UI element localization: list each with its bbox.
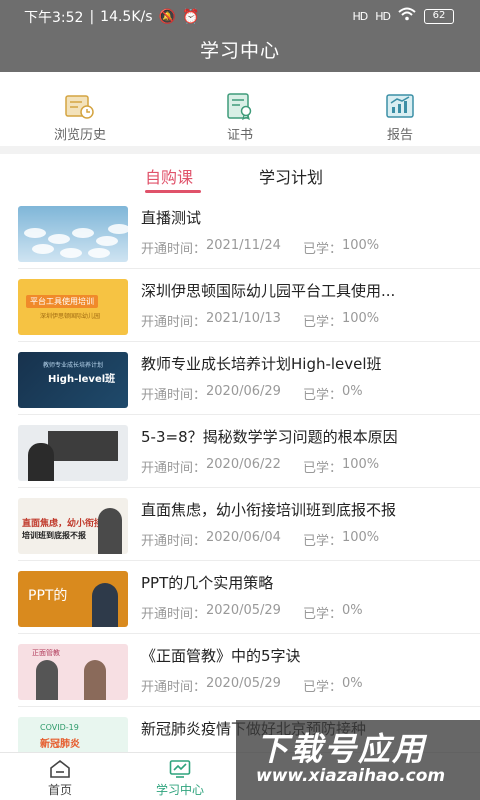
course-title: 直面焦虑，幼小衔接培训班到底报不报 (141, 501, 397, 519)
course-thumbnail (18, 425, 128, 481)
report-button[interactable]: 报告 (320, 72, 480, 146)
history-label: 浏览历史 (53, 128, 106, 143)
page-title: 学习中心 (199, 40, 280, 62)
course-title: 《正面管教》中的5字诀 (141, 647, 301, 665)
nav-home-label: 首页 (47, 783, 72, 797)
open-date: 2020/06/22 (206, 457, 281, 472)
open-date: 2021/11/24 (206, 238, 281, 253)
progress-label: 已学： (302, 388, 342, 403)
wifi-icon (398, 7, 416, 25)
open-time-label: 开通时间： (141, 388, 207, 403)
section-divider (0, 146, 480, 154)
certificate-label: 证书 (226, 128, 253, 143)
open-time-label: 开通时间： (141, 315, 207, 330)
course-item[interactable]: 直播测试 开通时间： 2021/11/24 已学： 100% (0, 196, 480, 269)
open-date: 2020/06/29 (206, 384, 281, 399)
app-header: 下午3:52 | 14.5K/s 🔕 ⏰ HD HD 62 学习中心 (0, 0, 480, 72)
progress-label: 已学： (302, 461, 342, 476)
course-item[interactable]: 平台工具使用培训 深圳伊思顿国际幼儿园 深圳伊思顿国际幼儿园平台工具使用... … (0, 269, 480, 342)
course-list: 直播测试 开通时间： 2021/11/24 已学： 100% 平台工具使用培训 … (0, 196, 480, 752)
course-thumbnail: 教师专业成长培养计划 High-level班 (18, 352, 128, 408)
open-time-label: 开通时间： (141, 680, 207, 695)
course-thumbnail: 正面管教 (18, 644, 128, 700)
open-time-label: 开通时间： (141, 607, 207, 622)
progress-value: 0% (341, 603, 363, 618)
course-title: 深圳伊思顿国际幼儿园平台工具使用... (141, 282, 396, 300)
course-item[interactable]: 直面焦虑，幼小衔接 培训班到底报不报 直面焦虑，幼小衔接培训班到底报不报 开通时… (0, 488, 480, 561)
report-icon (386, 94, 414, 118)
progress-label: 已学： (302, 534, 342, 549)
progress-label: 已学： (302, 315, 342, 330)
open-date: 2020/05/29 (206, 676, 281, 691)
progress-value: 100% (341, 457, 380, 472)
quick-actions: 浏览历史 证书 报告 (0, 72, 480, 146)
course-thumbnail: PPT的 (18, 571, 128, 627)
progress-value: 100% (341, 311, 380, 326)
progress-value: 0% (341, 676, 363, 691)
signal-icon-2: HD (375, 9, 391, 23)
course-thumbnail (18, 206, 128, 262)
open-date: 2020/06/04 (206, 530, 281, 545)
history-icon (65, 95, 94, 119)
course-thumbnail: 平台工具使用培训 深圳伊思顿国际幼儿园 (18, 279, 128, 335)
open-time-label: 开通时间： (141, 242, 207, 257)
course-title: PPT的几个实用策略 (141, 574, 274, 592)
certificate-icon (227, 93, 252, 120)
nav-learning-center[interactable]: 学习中心 (132, 753, 228, 800)
progress-value: 0% (341, 384, 363, 399)
nav-home[interactable]: 首页 (12, 753, 108, 800)
course-tabs: 自购课 学习计划 (0, 154, 480, 194)
open-time-label: 开通时间： (141, 534, 207, 549)
tab-purchased-courses[interactable]: 自购课 (145, 164, 193, 188)
mute-icon: 🔕 (158, 9, 176, 25)
status-time: 下午3:52 (24, 10, 84, 26)
open-date: 2021/10/13 (206, 311, 281, 326)
progress-label: 已学： (302, 242, 342, 257)
status-bar: 下午3:52 | 14.5K/s 🔕 ⏰ HD HD 62 (0, 0, 480, 32)
progress-label: 已学： (302, 680, 342, 695)
course-item[interactable]: PPT的 PPT的几个实用策略 开通时间： 2020/05/29 已学： 0% (0, 561, 480, 634)
certificate-button[interactable]: 证书 (160, 72, 320, 146)
progress-value: 100% (341, 238, 380, 253)
progress-value: 100% (341, 530, 380, 545)
tab-study-plan[interactable]: 学习计划 (259, 164, 323, 188)
course-title: 5-3=8？揭秘数学学习问题的根本原因 (141, 428, 398, 446)
home-icon (50, 759, 70, 778)
course-title: 教师专业成长培养计划High-level班 (141, 355, 382, 373)
monitor-icon (169, 760, 191, 778)
course-item[interactable]: 教师专业成长培养计划 High-level班 教师专业成长培养计划High-le… (0, 342, 480, 415)
network-speed: 14.5K/s (100, 9, 153, 25)
progress-label: 已学： (302, 607, 342, 622)
signal-icon: HD (352, 9, 369, 23)
course-item[interactable]: 5-3=8？揭秘数学学习问题的根本原因 开通时间： 2020/06/22 已学：… (0, 415, 480, 488)
course-thumbnail: COVID-19 新冠肺炎 (18, 717, 128, 752)
watermark: 下载号应用 www.xiazaihao.com (236, 720, 480, 800)
nav-learning-center-label: 学习中心 (155, 783, 204, 797)
open-time-label: 开通时间： (141, 461, 207, 476)
alarm-icon: ⏰ (181, 9, 200, 25)
battery-icon: 62 (424, 8, 454, 24)
course-title: 直播测试 (141, 209, 202, 227)
history-button[interactable]: 浏览历史 (0, 72, 160, 146)
open-date: 2020/05/29 (206, 603, 281, 618)
active-tab-indicator (145, 190, 201, 193)
course-item[interactable]: 正面管教 《正面管教》中的5字诀 开通时间： 2020/05/29 已学： 0% (0, 634, 480, 707)
report-label: 报告 (386, 128, 413, 143)
course-thumbnail: 直面焦虑，幼小衔接 培训班到底报不报 (18, 498, 128, 554)
